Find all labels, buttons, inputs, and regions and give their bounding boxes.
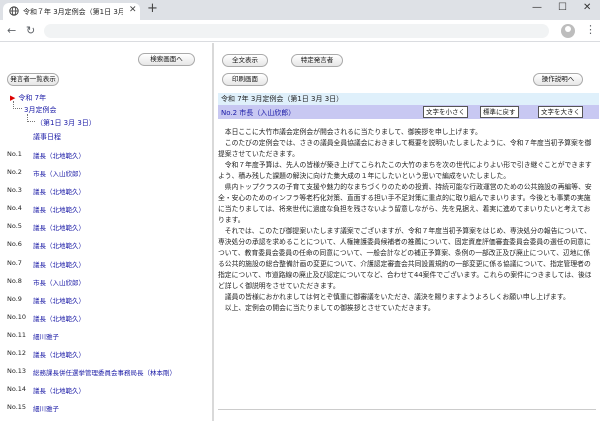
list-item[interactable]: No.3 議長（北地範久）: [7, 186, 212, 204]
close-window-icon[interactable]: ✕: [583, 2, 591, 13]
entry-number: No.6: [7, 240, 22, 249]
globe-icon: [9, 6, 19, 16]
entry-number: No.9: [7, 294, 22, 303]
list-item[interactable]: No.10 議長（北地範久）: [7, 313, 212, 331]
entry-number: No.1: [7, 150, 22, 158]
list-item[interactable]: No.7 議長（北地範久）: [7, 259, 212, 277]
text-smaller-button[interactable]: 文字を小さく: [423, 106, 468, 118]
paragraph: 県内トップクラスの子育て支援や魅力的なまちづくりのための投資、持続可能な行政運営…: [218, 183, 592, 224]
list-item[interactable]: No.5 議長（北地範久）: [7, 222, 212, 240]
entry-speaker[interactable]: 議長（北地範久）: [33, 295, 85, 305]
entry-speaker[interactable]: 議長（北地範久）: [33, 186, 85, 196]
text-larger-button[interactable]: 文字を大きく: [538, 106, 583, 118]
document-header: 令和 7年 3月定例会（第1日 3月 3日）: [218, 93, 599, 105]
speaker-list: No.1 議長（北地範久） No.2 市長（入山欣郎） No.3 議長（北地範久） N…: [7, 150, 212, 421]
entry-speaker[interactable]: 議長（北地範久）: [33, 313, 85, 323]
entry-speaker[interactable]: 議長（北地範久）: [33, 222, 85, 232]
list-item[interactable]: No.11 細川雅子: [7, 331, 212, 349]
list-item[interactable]: No.4 議長（北地範久）: [7, 204, 212, 222]
speech-body: 本日ここに大竹市議会定例会が開会されるに当たりまして、御挨拶を申し上げます。 こ…: [216, 127, 596, 314]
paragraph: 本日ここに大竹市議会定例会が開会されるに当たりまして、御挨拶を申し上げます。: [224, 128, 482, 136]
tree-connector: [13, 101, 22, 109]
entry-number: No.14: [7, 385, 27, 394]
list-item[interactable]: No.14 議長（北地範久）: [7, 385, 212, 403]
agenda-link[interactable]: 議事日程: [33, 132, 61, 142]
paragraph: 以上、定例会の開会に当たりましての御挨拶とさせていただきます。: [224, 304, 435, 312]
url-field[interactable]: [44, 24, 549, 38]
entry-number: No.2: [7, 168, 22, 177]
tab-close-icon[interactable]: ✕: [129, 5, 137, 15]
entry-number: No.13: [7, 367, 27, 376]
list-item[interactable]: No.13 総務課長併任選挙管理委員会事務局長（林本剛）: [7, 367, 212, 385]
specific-speaker-button[interactable]: 特定発言者: [291, 54, 343, 67]
entry-speaker[interactable]: 議長（北地範久）: [33, 150, 85, 160]
speaker-bar: No.2 市長（入山欣郎） 文字を小さく 標準に戻す 文字を大きく: [218, 105, 599, 119]
minimize-icon[interactable]: —: [532, 2, 542, 13]
tree-connector: [27, 114, 35, 122]
list-item[interactable]: No.8 市長（入山欣郎）: [7, 277, 212, 295]
list-item[interactable]: No.1 議長（北地範久）: [7, 150, 212, 168]
speaker-heading: No.2 市長（入山欣郎）: [221, 109, 296, 117]
tab-title: 令和７年 3月定例会（第1日 3月: [23, 8, 123, 16]
tree-day[interactable]: （第1日 3月 3日）: [36, 118, 96, 128]
address-bar-row: ← ↻ ⋮: [0, 20, 600, 42]
paragraph: それでは、このたび御提案いたします議案でございますが、令和７年度当初予算案をはじ…: [218, 227, 592, 290]
entry-speaker[interactable]: 市長（入山欣郎）: [33, 168, 85, 178]
speaker-list-button[interactable]: 発言者一覧表示: [7, 73, 59, 86]
entry-speaker[interactable]: 議長（北地範久）: [33, 349, 85, 359]
entry-number: No.8: [7, 276, 22, 285]
entry-speaker[interactable]: 議長（北地範久）: [33, 204, 85, 214]
entry-speaker[interactable]: 議長（北地範久）: [33, 240, 85, 250]
entry-speaker[interactable]: 議長（北地範久）: [33, 259, 85, 269]
help-button[interactable]: 操作説明へ: [533, 73, 583, 86]
back-icon[interactable]: ←: [7, 24, 16, 37]
paragraph: 令和７年度予算は、先人の皆様が築き上げてこられたこの大竹のまちを次の世代によりよ…: [218, 161, 592, 180]
entry-number: No.15: [7, 403, 27, 412]
maximize-icon[interactable]: ☐: [558, 2, 567, 13]
new-tab-icon[interactable]: +: [147, 1, 158, 16]
browser-tab[interactable]: 令和７年 3月定例会（第1日 3月 ✕: [3, 3, 140, 20]
entry-speaker[interactable]: 細川雅子: [33, 331, 59, 341]
entry-speaker[interactable]: 市長（入山欣郎）: [33, 277, 85, 287]
entry-speaker[interactable]: 議長（北地範久）: [33, 385, 85, 395]
fulltext-button[interactable]: 全文表示: [222, 54, 268, 67]
divider-line: [218, 409, 596, 410]
entry-number: No.7: [7, 258, 22, 267]
left-pane: 検索画面へ 発言者一覧表示 ▶ 令和 7年 3月定例会 （第1日 3月 3日） 議…: [0, 43, 212, 421]
paragraph: このたびの定例会では、さきの議員全員協議会におきまして概要を説明いたしましたよう…: [218, 139, 592, 158]
list-item[interactable]: No.6 議長（北地範久）: [7, 240, 212, 258]
entry-number: No.5: [7, 222, 22, 231]
search-screen-button[interactable]: 検索画面へ: [138, 53, 195, 66]
entry-number: No.3: [7, 186, 22, 195]
menu-icon[interactable]: ⋮: [585, 23, 596, 36]
list-item[interactable]: No.2 市長（入山欣郎）: [7, 168, 212, 186]
right-pane: 全文表示 特定発言者 印刷画面 操作説明へ 令和 7年 3月定例会（第1日 3月…: [214, 43, 600, 421]
paragraph: 議員の皆様におかれましては何とぞ慎重に御審議をいただき、議決を賜りますようよろし…: [224, 293, 570, 301]
profile-icon[interactable]: [561, 24, 575, 38]
list-item[interactable]: No.12 議長（北地範久）: [7, 349, 212, 367]
list-item[interactable]: No.15 細川雅子: [7, 403, 212, 421]
browser-tab-bar: 令和７年 3月定例会（第1日 3月 ✕ + — ☐ ✕: [0, 0, 600, 20]
entry-number: No.4: [7, 204, 22, 213]
entry-number: No.10: [7, 312, 27, 321]
entry-number: No.12: [7, 349, 27, 358]
entry-speaker[interactable]: 細川雅子: [33, 403, 59, 413]
entry-number: No.11: [7, 330, 27, 339]
list-item[interactable]: No.9 議長（北地範久）: [7, 295, 212, 313]
entry-speaker[interactable]: 総務課長併任選挙管理委員会事務局長（林本剛）: [33, 367, 176, 377]
text-default-button[interactable]: 標準に戻す: [480, 106, 519, 118]
print-screen-button[interactable]: 印刷画面: [222, 73, 268, 86]
reload-icon[interactable]: ↻: [26, 24, 35, 37]
tree-root-label: 令和 7年: [18, 94, 47, 102]
